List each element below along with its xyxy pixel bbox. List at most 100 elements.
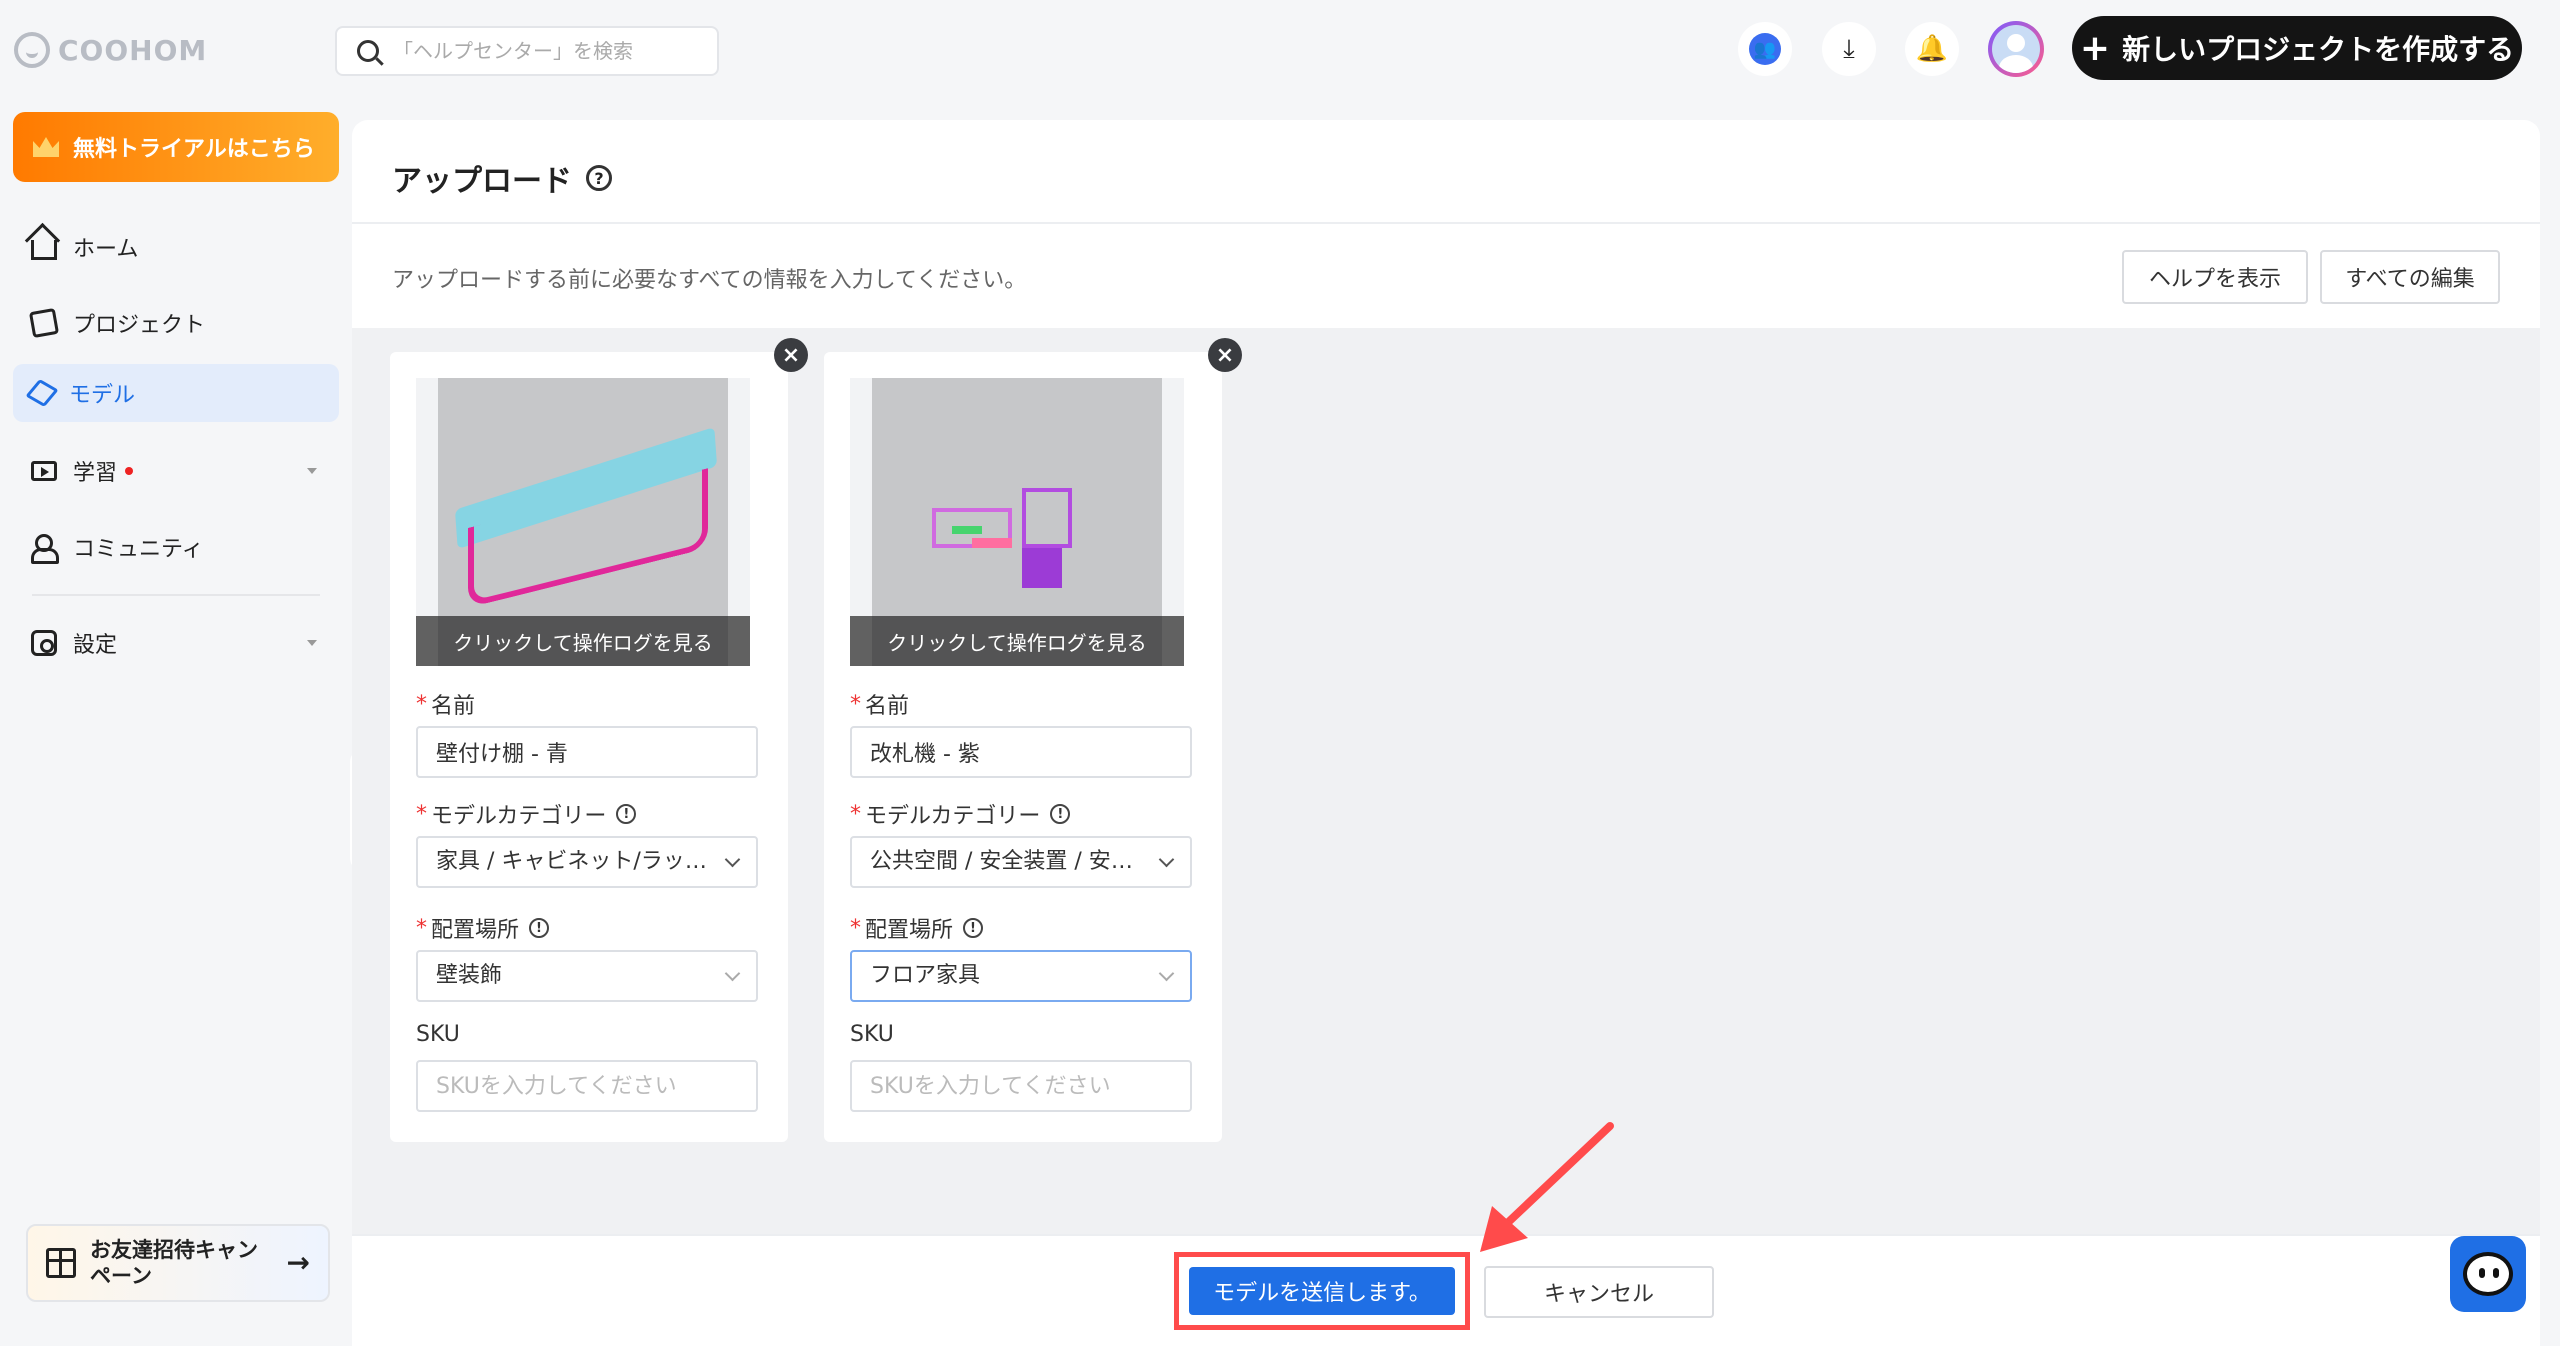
placement-label-text: 配置場所 xyxy=(865,918,954,943)
placement-value: 壁装飾 xyxy=(436,963,503,988)
sidebar-item-label: コミュニティ xyxy=(73,537,204,562)
notification-button[interactable]: 🔔 xyxy=(1905,22,1959,76)
bell-icon: 🔔 xyxy=(1915,34,1949,64)
name-input[interactable] xyxy=(850,726,1192,778)
category-label-text: モデルカテゴリー xyxy=(865,804,1041,829)
search-box[interactable] xyxy=(335,26,719,76)
placement-select[interactable]: 壁装飾 xyxy=(416,950,758,1002)
required-mark: * xyxy=(850,801,861,827)
category-select[interactable]: 公共空間 / 安全装置 / 安全設備 xyxy=(850,836,1192,888)
team-icon: 👥 xyxy=(1749,33,1781,65)
category-label: * モデルカテゴリー ! xyxy=(416,798,637,830)
model-card: × クリックして操作ログを見る * 名前 * モデルカテゴリー ! xyxy=(824,338,1242,1142)
question-icon[interactable]: ? xyxy=(586,165,612,191)
name-label-text: 名前 xyxy=(865,694,910,719)
edit-all-button[interactable]: すべての編集 xyxy=(2320,250,2500,304)
page-title-text: アップロード xyxy=(392,164,572,199)
search-input[interactable] xyxy=(393,39,693,63)
chevron-down-icon xyxy=(1158,965,1175,982)
placement-select[interactable]: フロア家具 xyxy=(850,950,1192,1002)
view-log-overlay[interactable]: クリックして操作ログを見る xyxy=(850,616,1184,666)
chat-support-button[interactable] xyxy=(2450,1236,2526,1312)
sidebar-item-learning[interactable]: 学習 xyxy=(13,442,339,500)
free-trial-button[interactable]: 無料トライアルはこちら xyxy=(13,112,339,182)
model-thumbnail[interactable]: クリックして操作ログを見る xyxy=(416,378,750,666)
category-select[interactable]: 家具 / キャビネット/ラック / 棚 xyxy=(416,836,758,888)
sidebar-item-models[interactable]: モデル xyxy=(13,364,339,422)
gate-part xyxy=(1022,548,1062,588)
sku-input[interactable] xyxy=(850,1060,1192,1112)
sku-input[interactable] xyxy=(416,1060,758,1112)
upload-panel: アップロード ? アップロードする前に必要なすべての情報を入力してください。 ヘ… xyxy=(352,120,2540,1346)
project-icon xyxy=(28,307,60,339)
gate-part xyxy=(952,526,982,534)
name-label: * 名前 xyxy=(416,688,475,720)
sidebar-item-community[interactable]: コミュニティ xyxy=(13,518,339,576)
logo-text: COOHOM xyxy=(58,33,208,67)
free-trial-label: 無料トライアルはこちら xyxy=(73,137,315,162)
info-icon[interactable]: ! xyxy=(529,918,550,938)
view-log-overlay[interactable]: クリックして操作ログを見る xyxy=(416,616,750,666)
chevron-down-icon xyxy=(724,965,741,982)
gear-icon xyxy=(31,630,57,656)
download-icon: ⤓ xyxy=(1843,33,1855,64)
invite-friends-button[interactable]: お友達招待キャンペーン → xyxy=(26,1224,330,1302)
gift-icon xyxy=(46,1248,76,1278)
info-icon[interactable]: ! xyxy=(963,918,984,938)
required-mark: * xyxy=(416,691,427,717)
gate-part xyxy=(972,538,1012,548)
required-mark: * xyxy=(850,915,861,941)
placement-label: * 配置場所 ! xyxy=(850,912,984,944)
category-value: 家具 / キャビネット/ラック / 棚 xyxy=(436,849,751,874)
required-mark: * xyxy=(416,915,427,941)
crown-icon xyxy=(33,137,59,157)
arrow-right-icon: → xyxy=(286,1246,310,1279)
chat-icon xyxy=(2463,1252,2513,1296)
invite-label: お友達招待キャンペーン xyxy=(90,1238,258,1288)
chevron-down-icon xyxy=(307,640,317,646)
cube-icon xyxy=(25,378,59,408)
sidebar-item-home[interactable]: ホーム xyxy=(13,218,339,276)
coohom-logo[interactable]: COOHOM xyxy=(14,30,207,70)
info-icon[interactable]: ! xyxy=(616,804,637,824)
new-project-label: 新しいプロジェクトを作成する xyxy=(2122,33,2515,66)
sidebar: 無料トライアルはこちら ホーム プロジェクト モデル 学習 コミュニティ 設定 … xyxy=(0,98,352,1346)
sidebar-item-projects[interactable]: プロジェクト xyxy=(13,294,339,352)
instructions-text: アップロードする前に必要なすべての情報を入力してください。 xyxy=(392,268,1027,293)
avatar-icon xyxy=(1992,25,2040,73)
sidebar-divider xyxy=(32,594,320,596)
sidebar-item-label: 学習 xyxy=(73,461,118,486)
new-project-button[interactable]: + 新しいプロジェクトを作成する xyxy=(2072,16,2522,80)
info-icon[interactable]: ! xyxy=(1050,804,1071,824)
user-avatar[interactable] xyxy=(1988,21,2044,77)
video-play-icon xyxy=(31,461,57,481)
name-input[interactable] xyxy=(416,726,758,778)
sidebar-item-label: プロジェクト xyxy=(73,313,206,338)
placement-label: * 配置場所 ! xyxy=(416,912,550,944)
top-bar: COOHOM 👥 ⤓ 🔔 + 新しいプロジェクトを作成する xyxy=(0,0,2560,98)
model-thumbnail[interactable]: クリックして操作ログを見る xyxy=(850,378,1184,666)
sidebar-item-label: モデル xyxy=(69,383,136,408)
category-label: * モデルカテゴリー ! xyxy=(850,798,1071,830)
name-label-text: 名前 xyxy=(431,694,476,719)
sidebar-item-settings[interactable]: 設定 xyxy=(13,614,339,672)
plus-icon: + xyxy=(2079,27,2111,69)
page-title: アップロード ? xyxy=(392,156,612,200)
team-button[interactable]: 👥 xyxy=(1738,22,1792,76)
download-button[interactable]: ⤓ xyxy=(1822,22,1876,76)
close-icon[interactable]: × xyxy=(1208,338,1242,372)
community-icon xyxy=(31,534,59,564)
show-help-button[interactable]: ヘルプを表示 xyxy=(2122,250,2308,304)
logo-icon xyxy=(14,32,50,68)
placement-label-text: 配置場所 xyxy=(431,918,520,943)
gate-part xyxy=(1022,488,1072,548)
notification-dot xyxy=(125,467,134,475)
sku-label: SKU xyxy=(850,1022,894,1047)
name-label: * 名前 xyxy=(850,688,909,720)
close-icon[interactable]: × xyxy=(774,338,808,372)
cancel-button[interactable]: キャンセル xyxy=(1484,1266,1714,1318)
home-icon xyxy=(31,240,57,260)
sidebar-item-label: ホーム xyxy=(73,237,139,262)
submit-model-button[interactable]: モデルを送信します。 xyxy=(1189,1267,1455,1315)
required-mark: * xyxy=(850,691,861,717)
